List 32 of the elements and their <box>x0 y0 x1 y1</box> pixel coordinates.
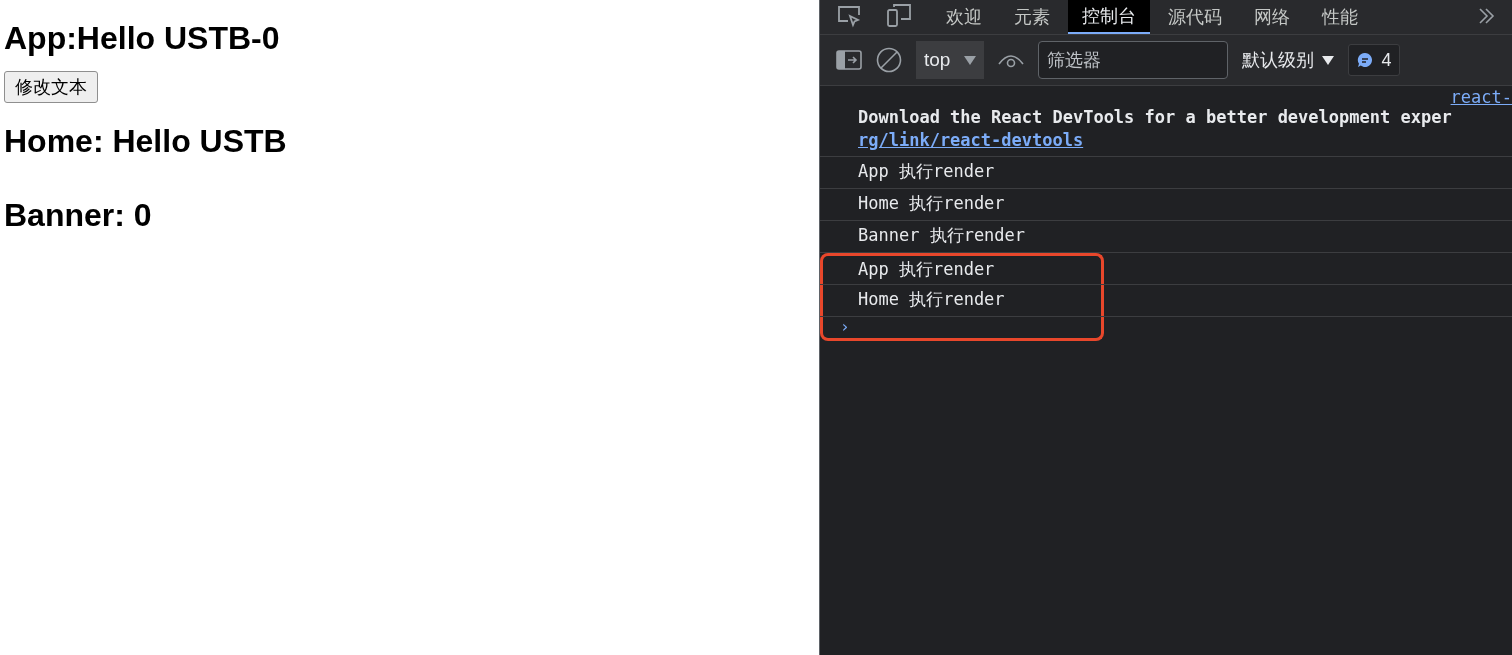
devtools-tab[interactable]: 性能 <box>1308 0 1372 34</box>
clear-console-icon[interactable] <box>876 47 902 73</box>
console-message: App 执行render <box>857 160 996 184</box>
log-level-dropdown[interactable]: 默认级别 <box>1242 46 1335 74</box>
devtools-tab[interactable]: 欢迎 <box>932 0 996 34</box>
source-link[interactable]: react- <box>1450 88 1512 106</box>
console-message: Home 执行render <box>857 192 1006 216</box>
eye-icon[interactable] <box>998 52 1025 68</box>
devtools-tab[interactable]: 网络 <box>1240 0 1304 34</box>
console-message: Download the React DevTools for a better development exper <box>858 106 1453 128</box>
app-heading: App:Hello USTB-0 <box>4 19 280 58</box>
devtools-tab[interactable]: 元素 <box>1000 0 1064 34</box>
device-toolbar-icon[interactable] <box>886 2 912 28</box>
filter-field[interactable]: 筛选器 <box>1038 41 1229 79</box>
devtools-link[interactable]: rg/link/react-devtools <box>858 130 1084 150</box>
console-message: Home 执行render <box>820 284 1104 316</box>
banner-heading: Banner: 0 <box>4 196 152 235</box>
console-message: Banner 执行render <box>857 224 1027 248</box>
edit-text-button[interactable]: 修改文本 <box>4 71 98 103</box>
context-select[interactable]: top <box>916 41 985 79</box>
dropdown-caret-icon <box>1322 55 1335 65</box>
console-message: App 执行render <box>820 252 1104 284</box>
more-tabs-icon[interactable] <box>1476 6 1496 26</box>
devtools-tab[interactable]: 源代码 <box>1154 0 1236 34</box>
console-prompt: › <box>840 316 850 338</box>
sidebar-toggle-icon[interactable] <box>836 50 862 70</box>
dropdown-caret-icon <box>964 55 977 65</box>
home-heading: Home: Hello USTB <box>4 122 287 161</box>
message-count-badge[interactable]: 4 <box>1348 44 1401 76</box>
message-icon <box>1357 52 1374 68</box>
devtools-tab[interactable]: 控制台 <box>1068 0 1150 34</box>
inspect-icon[interactable] <box>836 4 862 28</box>
